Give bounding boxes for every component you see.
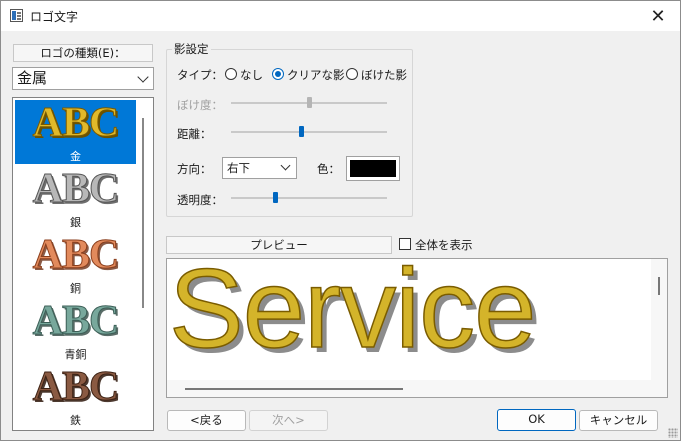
color-label: 色： — [317, 162, 340, 176]
show-all-label: 全体を表示 — [415, 238, 473, 252]
logo-preview-gold: ABC — [32, 100, 120, 147]
opacity-label: 透明度： — [177, 193, 223, 207]
ok-button[interactable]: OK — [497, 409, 576, 431]
resize-grip-icon[interactable] — [668, 428, 678, 438]
distance-slider[interactable] — [231, 131, 387, 133]
preview-logo-text: Service — [168, 259, 537, 372]
cancel-button[interactable]: キャンセル — [579, 410, 658, 431]
blur-label: ぼけ度： — [177, 98, 223, 112]
close-button[interactable]: ✕ — [636, 1, 680, 31]
logo-item-label: 銅 — [70, 282, 81, 295]
shadow-type-label: タイプ： — [177, 68, 223, 82]
back-button[interactable]: <戻る — [167, 410, 246, 431]
logo-item-bronze[interactable]: ABC 青銅 — [15, 298, 136, 362]
blur-slider-thumb[interactable] — [307, 97, 312, 108]
radio-shadow-clear-label: クリアな影 — [287, 68, 345, 82]
preview-label: プレビュー — [166, 236, 392, 254]
close-icon: ✕ — [650, 5, 666, 27]
logo-preview-bronze: ABC — [32, 298, 120, 345]
logo-item-silver[interactable]: ABC 銀 — [15, 166, 136, 230]
opacity-slider[interactable] — [231, 197, 387, 199]
opacity-slider-thumb[interactable] — [272, 192, 278, 203]
chevron-down-icon — [280, 160, 291, 171]
radio-shadow-blur[interactable] — [346, 68, 358, 80]
radio-shadow-none[interactable] — [225, 68, 237, 80]
window-title: ロゴ文字 — [30, 10, 79, 24]
radio-shadow-clear[interactable] — [272, 68, 284, 80]
shadow-color-button[interactable] — [346, 156, 400, 181]
logo-item-label: 青銅 — [64, 348, 87, 361]
preview-pane: Service — [166, 258, 668, 398]
distance-label: 距離： — [177, 127, 212, 141]
preview-vertical-scrollbar[interactable] — [651, 259, 667, 380]
direction-dropdown[interactable]: 右下 — [222, 157, 297, 179]
title-bar: ロゴ文字 ✕ — [1, 1, 680, 31]
preview-vertical-scroll-thumb[interactable] — [658, 277, 660, 295]
logo-item-copper[interactable]: ABC 銅 — [15, 232, 136, 296]
logo-preview-copper: ABC — [32, 232, 120, 279]
logo-item-label: 鉄 — [70, 414, 81, 427]
direction-value: 右下 — [227, 161, 250, 175]
next-button[interactable]: 次へ> — [249, 410, 328, 431]
logo-preview-iron: ABC — [32, 364, 120, 411]
preview-horizontal-scrollbar[interactable] — [167, 380, 667, 397]
logo-item-gold[interactable]: ABC 金 — [15, 100, 136, 164]
logo-style-list[interactable]: ABC 金 ABC 銀 ABC 銅 ABC 青銅 ABC 鉄 — [12, 97, 154, 431]
logo-type-value: 金属 — [17, 69, 48, 87]
logo-text-dialog: ロゴ文字 ✕ ロゴの種類(E)： 金属 ABC 金 ABC 銀 ABC 銅 AB… — [0, 0, 681, 441]
app-icon — [10, 9, 23, 22]
logo-list-scrollbar[interactable] — [142, 118, 144, 308]
shadow-color-swatch — [350, 160, 396, 177]
shadow-settings-title: 影設定 — [172, 41, 211, 57]
chevron-down-icon — [137, 71, 149, 83]
logo-preview-silver: ABC — [32, 166, 120, 213]
show-all-checkbox[interactable] — [399, 238, 411, 250]
radio-shadow-none-label: なし — [240, 68, 263, 82]
direction-label: 方向： — [177, 162, 212, 176]
logo-type-label: ロゴの種類(E)： — [13, 44, 153, 62]
distance-slider-thumb[interactable] — [299, 126, 305, 137]
logo-type-dropdown[interactable]: 金属 — [12, 67, 154, 90]
preview-horizontal-scroll-thumb[interactable] — [185, 388, 403, 390]
logo-item-iron[interactable]: ABC 鉄 — [15, 364, 136, 428]
preview-canvas: Service — [167, 259, 651, 380]
radio-shadow-blur-label: ぼけた影 — [361, 68, 407, 82]
logo-item-label: 銀 — [70, 216, 81, 229]
logo-item-label: 金 — [70, 150, 81, 163]
